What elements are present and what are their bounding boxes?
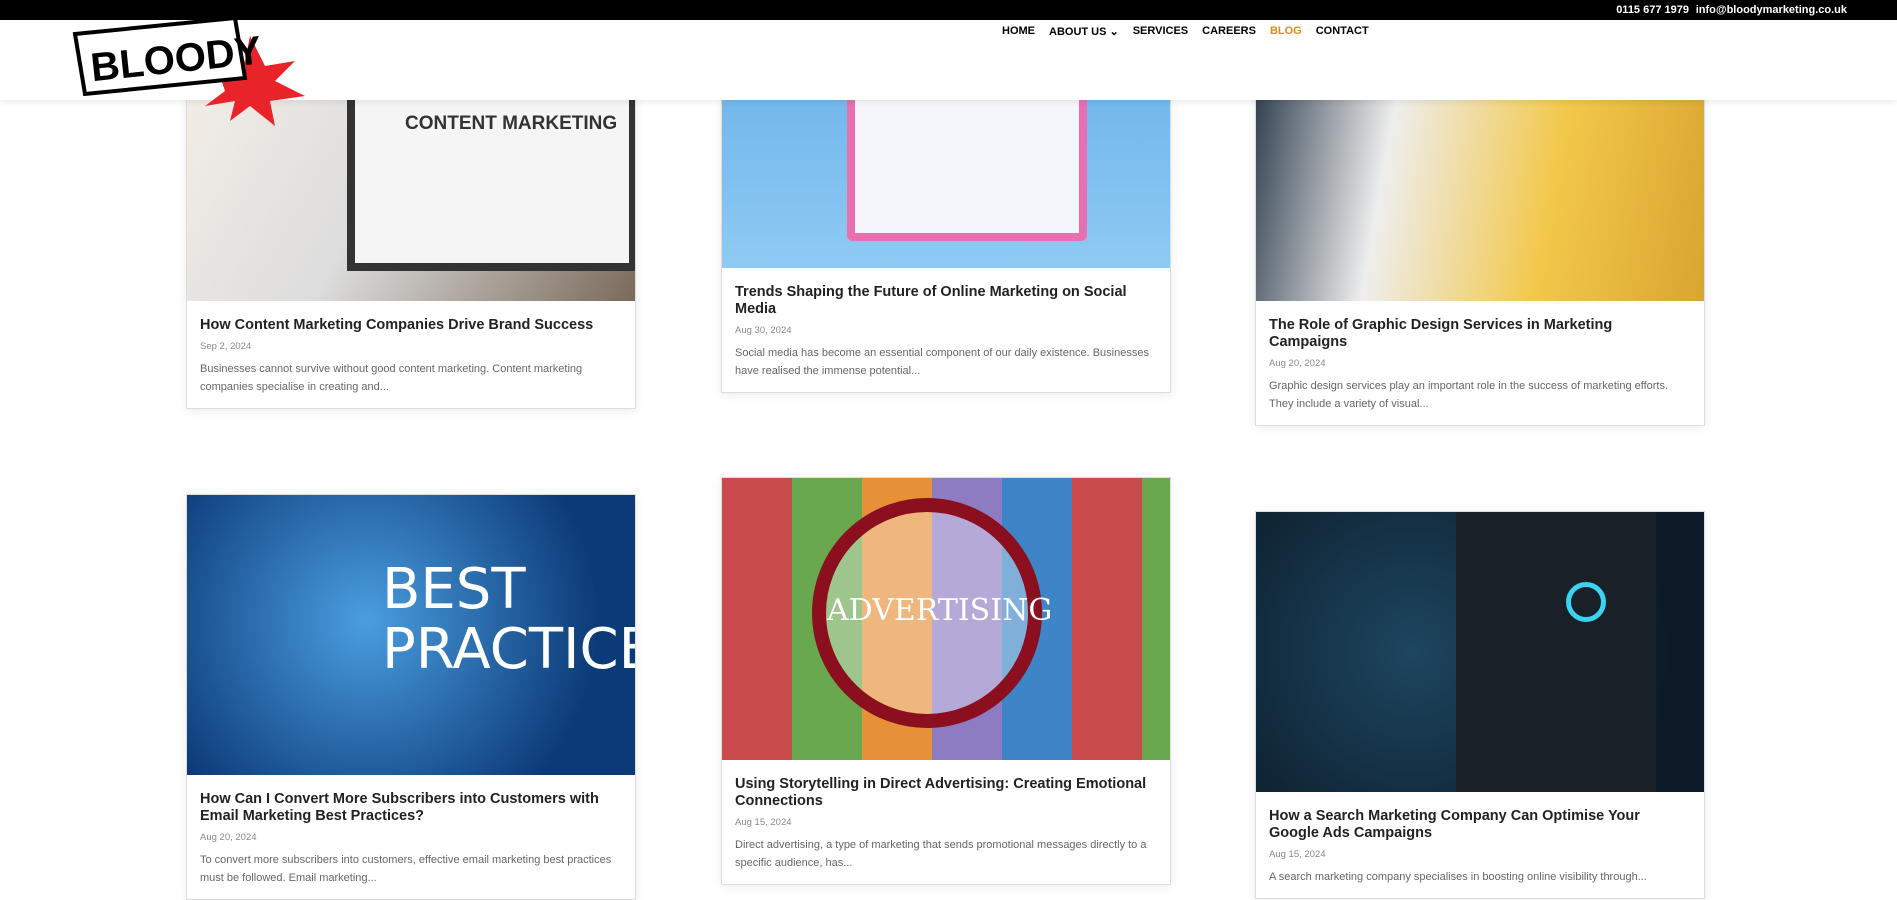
blog-post-card[interactable]: BEST PRACTICE How Can I Convert More Sub… [186, 494, 636, 900]
post-thumbnail[interactable]: ADVERTISING [722, 478, 1170, 760]
post-title[interactable]: How a Search Marketing Company Can Optim… [1269, 808, 1691, 842]
post-date: Sep 2, 2024 [200, 341, 252, 352]
email-link[interactable]: info@bloodymarketing.co.uk [1696, 4, 1847, 16]
post-title[interactable]: How Can I Convert More Subscribers into … [200, 791, 622, 825]
image-caption: ADVERTISING [827, 593, 1053, 628]
blog-post-card[interactable]: Trends Shaping the Future of Online Mark… [721, 60, 1171, 393]
nav-careers[interactable]: CAREERS [1202, 25, 1256, 38]
blog-post-card[interactable]: ADVERTISING Using Storytelling in Direct… [721, 477, 1171, 885]
post-title[interactable]: How Content Marketing Companies Drive Br… [200, 317, 622, 334]
blog-post-card[interactable]: The Role of Graphic Design Services in M… [1255, 60, 1705, 426]
post-date: Aug 20, 2024 [1269, 358, 1326, 369]
post-title[interactable]: Using Storytelling in Direct Advertising… [735, 776, 1157, 810]
post-date: Aug 15, 2024 [735, 817, 792, 828]
post-thumbnail[interactable] [1256, 512, 1704, 792]
site-logo[interactable]: BLOODY [70, 15, 310, 136]
post-excerpt: Businesses cannot survive without good c… [200, 363, 583, 393]
image-caption: CONTENT MARKETING [405, 113, 618, 134]
nav-about-us[interactable]: ABOUT US ⌄ [1049, 25, 1119, 38]
phone-link[interactable]: 0115 677 1979 [1616, 4, 1689, 16]
post-date: Aug 30, 2024 [735, 325, 792, 336]
blog-post-card[interactable]: How a Search Marketing Company Can Optim… [1255, 511, 1705, 899]
post-excerpt: Direct advertising, a type of marketing … [735, 839, 1147, 869]
image-caption: BEST PRACTICE [382, 557, 635, 682]
nav-contact[interactable]: CONTACT [1316, 25, 1369, 38]
nav-home[interactable]: HOME [1002, 25, 1035, 38]
nav-blog[interactable]: BLOG [1270, 25, 1302, 38]
post-date: Aug 15, 2024 [1269, 849, 1326, 860]
post-excerpt: A search marketing company specialises i… [1269, 871, 1647, 883]
post-title[interactable]: The Role of Graphic Design Services in M… [1269, 317, 1691, 351]
post-thumbnail[interactable]: BEST PRACTICE [187, 495, 635, 775]
post-excerpt: Social media has become an essential com… [735, 347, 1149, 377]
post-date: Aug 20, 2024 [200, 832, 257, 843]
post-title[interactable]: Trends Shaping the Future of Online Mark… [735, 284, 1157, 318]
post-excerpt: Graphic design services play an importan… [1269, 380, 1669, 410]
post-excerpt: To convert more subscribers into custome… [200, 854, 612, 884]
main-nav: HOME ABOUT US ⌄ SERVICES CAREERS BLOG CO… [1002, 25, 1369, 38]
nav-services[interactable]: SERVICES [1133, 25, 1188, 38]
